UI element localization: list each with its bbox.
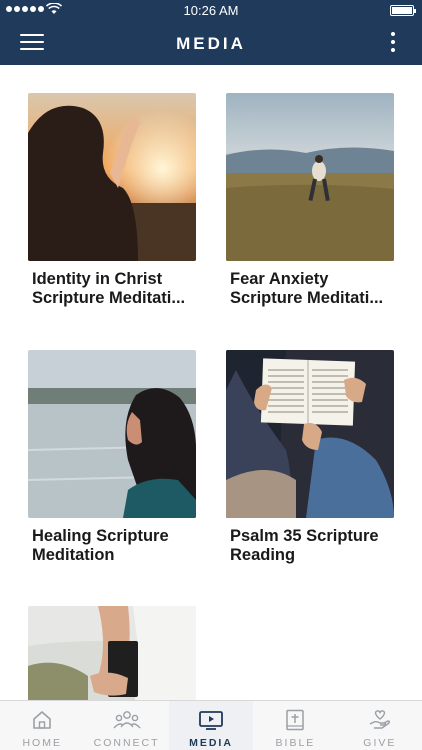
tab-label: GIVE xyxy=(363,737,397,749)
media-title-line: Fear Anxiety xyxy=(230,270,329,288)
status-time: 10:26 AM xyxy=(183,3,239,18)
media-title: Fear Anxiety Scripture Meditati... xyxy=(226,270,398,308)
tab-label: BIBLE xyxy=(275,737,316,749)
media-card[interactable]: Healing Scripture Meditation xyxy=(28,350,196,565)
media-title-line: Scripture Meditati... xyxy=(230,289,384,307)
media-card[interactable]: Fear Anxiety Scripture Meditati... xyxy=(226,93,394,308)
media-title-line: Identity in Christ xyxy=(32,270,163,288)
media-title-line: Meditation xyxy=(32,546,115,564)
media-title: Psalm 35 Scripture Reading xyxy=(226,527,398,565)
media-title-line: Scripture Meditati... xyxy=(32,289,186,307)
media-title-line: Healing Scripture xyxy=(32,527,169,545)
media-thumbnail xyxy=(226,350,394,518)
tv-icon xyxy=(199,711,223,730)
media-thumbnail xyxy=(28,350,196,518)
media-card[interactable]: Identity in Christ Scripture Meditati... xyxy=(28,93,196,308)
media-title: Healing Scripture Meditation xyxy=(28,527,200,565)
tab-label: HOME xyxy=(22,737,62,749)
battery-icon xyxy=(390,5,416,16)
home-icon xyxy=(33,711,52,729)
tab-give[interactable]: GIVE xyxy=(338,701,422,750)
tab-connect[interactable]: CONNECT xyxy=(84,701,168,750)
page-title: MEDIA xyxy=(176,34,246,53)
people-icon xyxy=(113,711,141,729)
tab-bible[interactable]: BIBLE xyxy=(253,701,337,750)
tab-media[interactable]: MEDIA xyxy=(168,701,254,750)
status-bar: 10:26 AM xyxy=(0,0,422,22)
media-grid: Identity in Christ Scripture Meditati... xyxy=(0,65,422,700)
nav-bar: MEDIA xyxy=(0,22,422,65)
bible-icon xyxy=(286,709,305,731)
tab-bar: HOME CONNECT MEDIA BIBLE GIVE xyxy=(0,700,422,750)
tab-home[interactable]: HOME xyxy=(0,701,84,750)
tab-label: MEDIA xyxy=(189,737,233,749)
media-card[interactable] xyxy=(28,606,196,700)
hand-heart-icon xyxy=(369,710,390,729)
app-header: 10:26 AM MEDIA xyxy=(0,0,422,65)
media-title-line: Psalm 35 Scripture xyxy=(230,527,379,545)
media-card[interactable]: Psalm 35 Scripture Reading xyxy=(226,350,394,565)
more-options-button[interactable] xyxy=(390,32,396,54)
media-thumbnail xyxy=(226,93,394,261)
media-title-line: Reading xyxy=(230,546,296,564)
media-thumbnail xyxy=(28,606,196,700)
media-thumbnail xyxy=(28,93,196,261)
media-title: Identity in Christ Scripture Meditati... xyxy=(28,270,200,308)
tab-label: CONNECT xyxy=(93,737,160,749)
